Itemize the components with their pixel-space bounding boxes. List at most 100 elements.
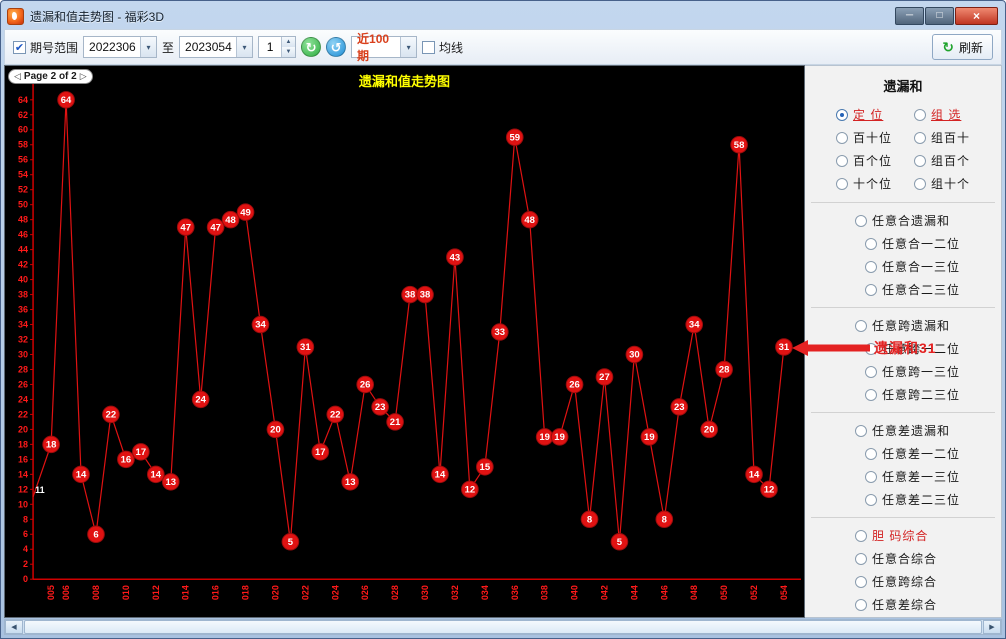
radio-icon[interactable] (914, 155, 926, 167)
sidebar-radio[interactable]: 任意跨二三位 (865, 386, 995, 403)
radio-label: 任意合遗漏和 (872, 212, 950, 229)
step-spinner[interactable]: 1 ▲ ▼ (258, 36, 296, 58)
app-window: 遗漏和值走势图 - 福彩3D ─ □ × ✔ 期号范围 2022306 ▾ 至 … (0, 0, 1006, 639)
sidebar-radio[interactable]: 组百十 (914, 129, 970, 146)
ma-checkbox[interactable]: ✔ (422, 41, 435, 54)
sidebar-radio[interactable]: 任意跨一三位 (865, 363, 995, 380)
end-issue-combo[interactable]: 2023054 ▾ (179, 36, 253, 58)
to-label: 至 (162, 39, 174, 56)
sidebar-radio[interactable]: 任意跨一二位 (865, 340, 995, 357)
svg-text:28: 28 (719, 365, 730, 376)
sidebar-radio[interactable]: 任意合一二位 (865, 235, 995, 252)
radio-icon[interactable] (836, 132, 848, 144)
svg-text:47: 47 (180, 222, 191, 233)
radio-icon[interactable] (836, 109, 848, 121)
chevron-down-icon[interactable]: ▾ (400, 37, 416, 57)
scroll-right-button[interactable]: ▶ (983, 620, 1001, 634)
scrollbar-thumb[interactable] (24, 620, 982, 634)
radio-icon[interactable] (914, 109, 926, 121)
svg-text:47: 47 (210, 222, 221, 233)
radio-icon[interactable] (865, 238, 877, 250)
svg-text:26: 26 (569, 380, 580, 391)
sidebar-radio[interactable]: 任意跨遗漏和 (855, 317, 995, 334)
sidebar-radio[interactable]: 定 位 (836, 106, 892, 123)
radio-icon[interactable] (865, 389, 877, 401)
refresh-button[interactable]: ↻ 刷新 (932, 34, 993, 60)
recent-periods-value: 近100期 (357, 30, 400, 64)
horizontal-scrollbar[interactable]: ◀ ▶ (4, 619, 1002, 635)
sidebar-radio[interactable]: 胆 码综合 (855, 527, 995, 544)
radio-icon[interactable] (914, 178, 926, 190)
radio-icon[interactable] (855, 576, 867, 588)
sidebar-radio[interactable]: 任意合遗漏和 (855, 212, 995, 229)
recent-periods-combo[interactable]: 近100期 ▾ (351, 36, 417, 58)
spin-down-icon[interactable]: ▼ (282, 47, 295, 57)
radio-icon[interactable] (865, 284, 877, 296)
sidebar-radio[interactable]: 组 选 (914, 106, 970, 123)
scrollbar-track[interactable] (23, 620, 983, 634)
sidebar-radio[interactable]: 任意合综合 (855, 550, 995, 567)
sidebar-radio[interactable]: 任意跨综合 (855, 573, 995, 590)
blue-arrow-button[interactable]: ↺ (326, 37, 346, 57)
range-checkbox[interactable]: ✔ (13, 41, 26, 54)
sidebar-radio[interactable]: 任意合二三位 (865, 281, 995, 298)
radio-icon[interactable] (836, 178, 848, 190)
sidebar-radio[interactable]: 任意差二三位 (865, 491, 995, 508)
radio-label: 定 位 (853, 106, 883, 123)
range-checkbox-label: 期号范围 (30, 39, 78, 56)
sidebar-radio[interactable]: 任意差一三位 (865, 468, 995, 485)
radio-label: 任意跨综合 (872, 573, 937, 590)
green-arrow-button[interactable]: ↻ (301, 37, 321, 57)
rotate-arrow-icon: ↺ (331, 41, 342, 54)
radio-label: 组百个 (931, 152, 970, 169)
radio-icon[interactable] (855, 530, 867, 542)
svg-text:040: 040 (570, 585, 580, 600)
svg-text:014: 014 (181, 585, 191, 600)
sidebar-radio[interactable]: 组百个 (914, 152, 970, 169)
radio-icon[interactable] (855, 215, 867, 227)
svg-text:050: 050 (719, 585, 729, 600)
end-issue-value: 2023054 (185, 40, 232, 54)
page-next-icon[interactable]: ▷ (80, 71, 87, 82)
radio-label: 任意合一三位 (882, 258, 960, 275)
sidebar-radio[interactable]: 任意合一三位 (865, 258, 995, 275)
radio-icon[interactable] (855, 320, 867, 332)
chevron-down-icon[interactable]: ▾ (140, 37, 156, 57)
svg-text:16: 16 (121, 455, 132, 466)
radio-icon[interactable] (914, 132, 926, 144)
scroll-right-icon: ▶ (989, 623, 994, 631)
radio-icon[interactable] (865, 366, 877, 378)
radio-icon[interactable] (865, 448, 877, 460)
radio-label: 任意合综合 (872, 550, 937, 567)
maximize-button[interactable]: □ (925, 7, 954, 25)
sidebar-radio[interactable]: 任意差一二位 (865, 445, 995, 462)
radio-icon[interactable] (865, 343, 877, 355)
radio-icon[interactable] (865, 494, 877, 506)
sidebar-radio[interactable]: 十个位 (836, 175, 892, 192)
svg-text:62: 62 (18, 110, 28, 120)
chevron-down-icon[interactable]: ▾ (236, 37, 252, 57)
sidebar-radio[interactable]: 组十个 (914, 175, 970, 192)
sidebar-radio[interactable]: 百个位 (836, 152, 892, 169)
spin-up-icon[interactable]: ▲ (282, 37, 295, 47)
minimize-button[interactable]: ─ (895, 7, 924, 25)
svg-text:56: 56 (18, 155, 28, 165)
radio-icon[interactable] (836, 155, 848, 167)
scroll-left-button[interactable]: ◀ (5, 620, 23, 634)
radio-icon[interactable] (865, 471, 877, 483)
svg-text:044: 044 (629, 585, 639, 600)
radio-label: 百十位 (853, 129, 892, 146)
sidebar-radio[interactable]: 任意差综合 (855, 596, 995, 613)
radio-icon[interactable] (855, 425, 867, 437)
svg-text:054: 054 (779, 585, 789, 600)
radio-icon[interactable] (865, 261, 877, 273)
close-button[interactable]: × (955, 7, 998, 25)
radio-icon[interactable] (855, 553, 867, 565)
sidebar-radio[interactable]: 百十位 (836, 129, 892, 146)
start-issue-combo[interactable]: 2022306 ▾ (83, 36, 157, 58)
radio-icon[interactable] (855, 599, 867, 611)
radio-label: 任意跨二三位 (882, 386, 960, 403)
page-prev-icon[interactable]: ◁ (14, 71, 21, 82)
sidebar-radio[interactable]: 任意差遗漏和 (855, 422, 995, 439)
chart-panel: ◁ Page 2 of 2 ▷ 遗漏和值走势图02468101214161820… (4, 65, 805, 618)
